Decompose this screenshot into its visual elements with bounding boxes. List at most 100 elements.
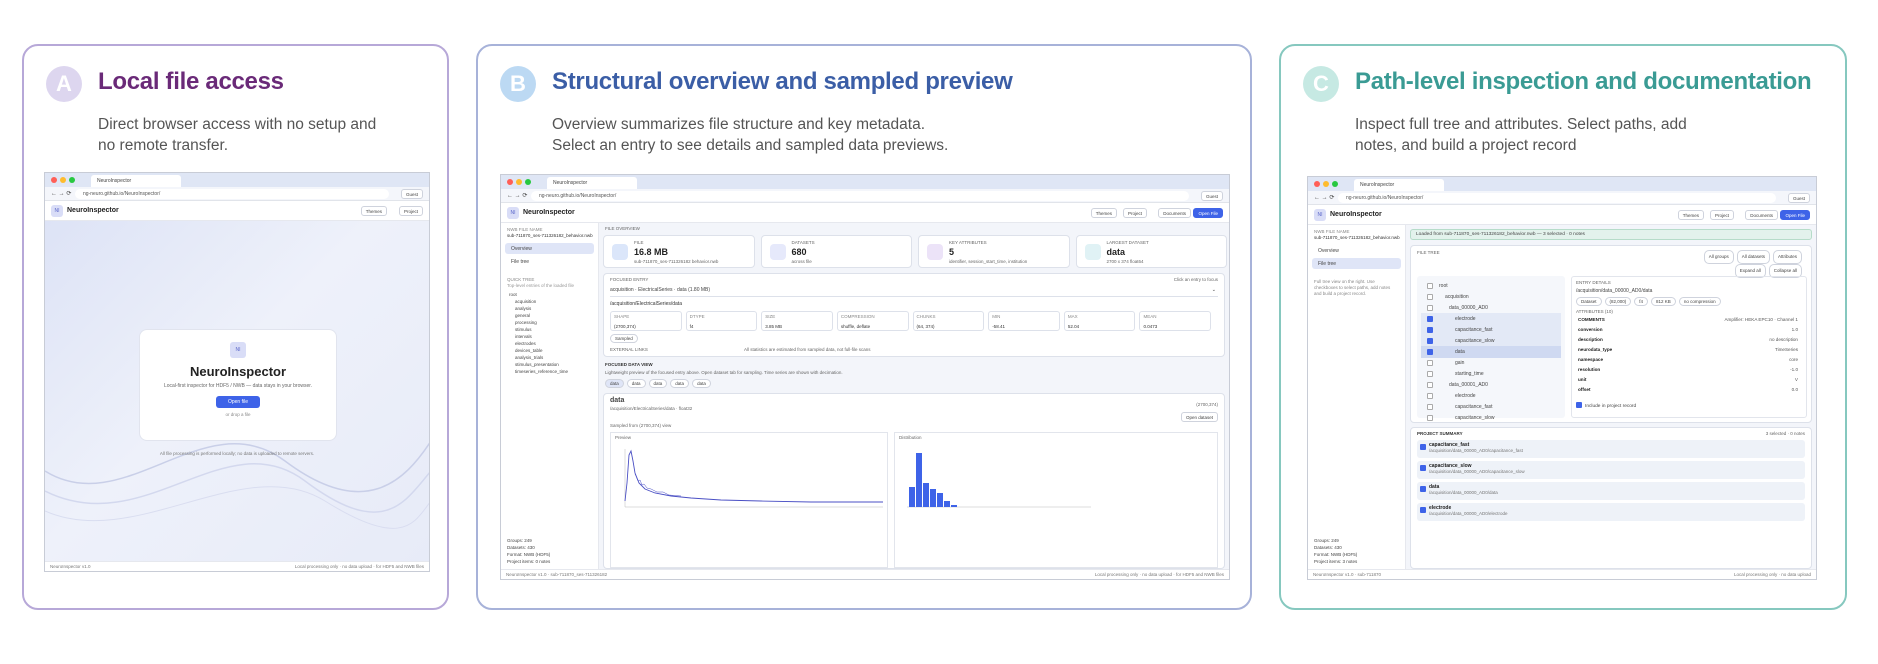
plot-card: data /acquisition/ElectricalSeries/data … [603,393,1225,569]
tree-row-label: data_00000_AD0 [1449,305,1488,311]
card-logo-icon: NI [230,342,246,358]
tree-row-label: capacitance_fast [1455,327,1493,333]
tree-checkbox[interactable] [1427,294,1433,300]
preview-tab[interactable]: data [605,379,624,388]
tree-item[interactable]: general [501,312,598,319]
tree-item[interactable]: processing [501,319,598,326]
details-tags: Dataset (82,000) f4 812 KB no compression [1576,297,1724,306]
guest-button[interactable]: Guest [1200,191,1223,201]
app-header: NI NeuroInspector Themes Project Documen… [501,203,1229,223]
project-button[interactable]: Project [1122,208,1147,218]
summary-item[interactable]: capacitance_slow/acquisition/data_00000_… [1417,461,1805,479]
preview-tabs: data data data data data [605,379,714,388]
project-button[interactable]: Project [398,206,423,216]
metadata-cell: MEAN 0.0473 [1139,311,1212,331]
tree-checkbox[interactable] [1427,393,1433,399]
tree-checkbox[interactable] [1427,338,1433,344]
focused-entry-card: FOCUSED ENTRY Click an entry to focus ac… [603,273,1225,357]
tree-item[interactable]: devices_table [501,347,598,354]
preview-tab[interactable]: data [626,379,646,388]
panel-subtitle: Overview summarizes file structure and k… [552,116,949,154]
tree-row-label: acquisition [1445,294,1469,300]
open-file-button[interactable]: Open file [215,396,260,408]
open-file-button[interactable]: Open File [1193,208,1223,218]
browser-tab[interactable]: NeuroInspector [1354,179,1444,191]
summary-item[interactable]: electrode/acquisition/data_00000_AD0/ele… [1417,503,1805,521]
panel-letter-badge: A [46,66,82,102]
app-header: NI NeuroInspector Themes Project Documen… [1308,205,1816,225]
address-bar[interactable]: ng-neuro.github.io/NeuroInspector/ [75,189,389,199]
tree-item[interactable]: stimulus [501,326,598,333]
summary-checkbox[interactable] [1420,507,1426,513]
tree-item[interactable]: analysis [501,305,598,312]
tree-item[interactable]: analysis_trials [501,354,598,361]
app-logo-icon: NI [507,207,519,219]
details-tag: (82,000) [1604,297,1632,306]
summary-checkbox[interactable] [1420,486,1426,492]
tree-filter-button[interactable]: All groups [1703,250,1734,264]
screenshot-start-page: NeuroInspector ← → ⟳ ng-neuro.github.io/… [44,172,430,572]
nav-file-tree[interactable]: File tree [1312,258,1401,269]
summary-item[interactable]: data/acquisition/data_00000_AD0/data [1417,482,1805,500]
browser-toolbar: ← → ⟳ ng-neuro.github.io/NeuroInspector/… [45,187,429,201]
tree-row-label: starting_time [1455,371,1484,377]
tree-checkbox[interactable] [1427,382,1433,388]
summary-item[interactable]: capacitance_fast/acquisition/data_00000_… [1417,440,1805,458]
tree-checkbox[interactable] [1427,360,1433,366]
tree-checkbox[interactable] [1427,371,1433,377]
guest-button[interactable]: Guest [1787,193,1810,203]
overview-card: LARGEST DATASET data 2700 x 374 float64 [1075,235,1227,268]
overview-card: KEY ATTRIBUTES 5 identifier, session_start… [918,235,1070,268]
tree-item[interactable]: acquisition [501,298,598,305]
entry-select[interactable]: acquisition · ElectricalSeries · data (1… [610,287,1218,297]
tree-checkbox[interactable] [1427,404,1433,410]
tree-filter-button[interactable]: Attributes [1772,250,1802,264]
back-icon[interactable]: ← → ⟳ [51,190,71,197]
tree-item[interactable]: root [501,291,598,298]
open-file-button[interactable]: Open File [1780,210,1810,220]
tree-row-label: electrode [1455,316,1476,322]
browser-tab[interactable]: NeuroInspector [91,175,181,187]
panel-letter-badge: B [500,66,536,102]
tree-checkbox[interactable] [1427,305,1433,311]
documents-button[interactable]: Documents [1745,210,1778,220]
tree-filter-button[interactable]: All datasets [1736,250,1770,264]
themes-button[interactable]: Themes [1090,208,1117,218]
tree-item[interactable]: stimulus_presentation [501,361,598,368]
include-toggle[interactable]: Include in project record [1576,401,1636,409]
preview-tab[interactable]: data [648,379,668,388]
summary-checkbox[interactable] [1420,465,1426,471]
tree-checkbox[interactable] [1427,415,1433,421]
file-tree-card: FILE TREE All groups All datasets Attribut… [1410,245,1812,423]
tree-item[interactable]: electrodes [501,340,598,347]
themes-button[interactable]: Themes [360,206,387,216]
preview-tab[interactable]: data [692,379,711,388]
project-button[interactable]: Project [1709,210,1734,220]
back-icon[interactable]: ← → ⟳ [1314,194,1334,201]
nav-overview[interactable]: Overview [1312,245,1401,256]
panel-local-file-access: A Local file access Direct browser acces… [22,44,449,610]
documents-button[interactable]: Documents [1158,208,1191,218]
app-logo-icon: NI [51,205,63,217]
app-footer: NeuroInspector v1.0 · sub-711870_ses-711… [501,569,1229,579]
tree-checkbox[interactable] [1427,349,1433,355]
nav-overview[interactable]: Overview [505,243,594,254]
tree-row[interactable]: capacitance_slow [1421,412,1561,424]
nav-file-tree[interactable]: File tree [505,256,594,267]
summary-checkbox[interactable] [1420,444,1426,450]
tree-checkbox[interactable] [1427,316,1433,322]
preview-tab[interactable]: data [670,379,690,388]
themes-button[interactable]: Themes [1677,210,1704,220]
guest-button[interactable]: Guest [400,189,423,199]
tree-checkbox[interactable] [1427,283,1433,289]
browser-tab[interactable]: NeuroInspector [547,177,637,189]
address-bar[interactable]: ng-neuro.github.io/NeuroInspector/ [531,191,1189,201]
metadata-cell: CHUNKS (64, 374) [912,311,985,331]
back-icon[interactable]: ← → ⟳ [507,192,527,199]
address-bar[interactable]: ng-neuro.github.io/NeuroInspector/ [1338,193,1776,203]
tree-item[interactable]: timeseries_reference_time [501,368,598,375]
quick-tree: root acquisition analysis general processing… [501,291,598,375]
tree-checkbox[interactable] [1427,327,1433,333]
open-dataset-button[interactable]: Open dataset [1180,412,1218,422]
tree-item[interactable]: intervals [501,333,598,340]
